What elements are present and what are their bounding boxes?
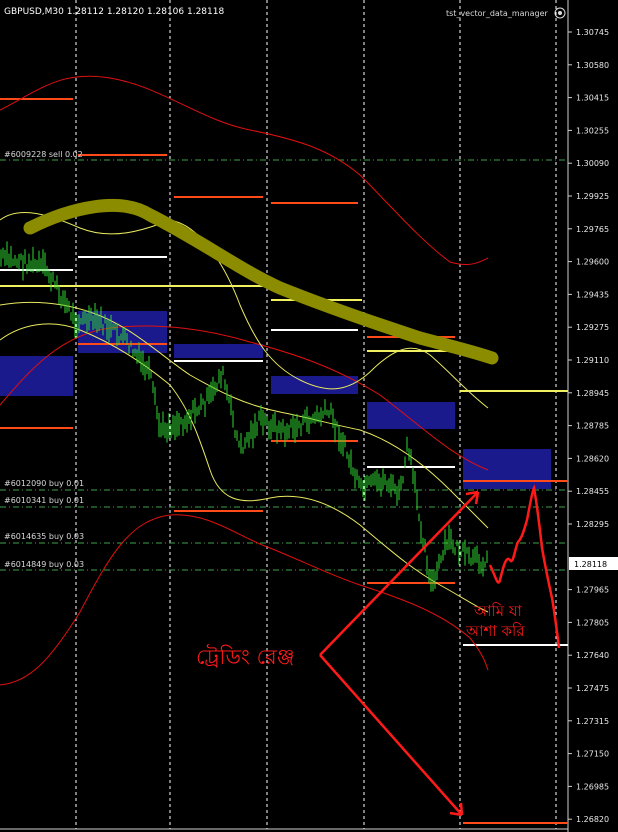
price-tick-label: 1.29765 bbox=[576, 225, 609, 234]
trading-range-note: ট্রেডিং রেঞ্জ bbox=[196, 644, 295, 669]
zone-5 bbox=[367, 402, 455, 429]
price-tick-label: 1.30415 bbox=[576, 94, 609, 103]
price-tick-label: 1.28455 bbox=[576, 487, 609, 496]
supply-demand-zones bbox=[0, 311, 551, 489]
price-tick-label: 1.28785 bbox=[576, 422, 609, 431]
price-tick-label: 1.28945 bbox=[576, 389, 609, 398]
price-tick-label: 1.29275 bbox=[576, 323, 609, 332]
zone-3 bbox=[174, 344, 263, 358]
expectation-note-line2: আশা করি bbox=[465, 622, 525, 640]
price-tick-label: 1.28620 bbox=[576, 454, 609, 463]
price-axis-panel bbox=[568, 0, 618, 832]
price-chart[interactable]: GBPUSD,M30 1.28112 1.28120 1.28106 1.281… bbox=[0, 0, 618, 832]
price-tick-label: 1.30090 bbox=[576, 159, 609, 168]
zone-6 bbox=[463, 449, 551, 489]
expectation-note-line1: আমি যা bbox=[473, 602, 523, 620]
order-label[interactable]: #6009228 sell 0.02 bbox=[4, 150, 83, 159]
indicator-bands bbox=[0, 75, 489, 686]
zone-1 bbox=[0, 356, 73, 396]
price-tick-label: 1.27805 bbox=[576, 618, 609, 627]
price-tick-label: 1.30580 bbox=[576, 61, 609, 70]
price-tick-label: 1.30745 bbox=[576, 28, 609, 37]
price-tick-label: 1.29925 bbox=[576, 192, 609, 201]
price-tick-label: 1.26985 bbox=[576, 782, 609, 791]
price-tick-label: 1.27315 bbox=[576, 717, 609, 726]
price-tick-label: 1.29600 bbox=[576, 258, 609, 267]
order-lines bbox=[0, 159, 568, 571]
price-tick-label: 1.27640 bbox=[576, 651, 609, 660]
vertical-grid bbox=[75, 0, 557, 829]
indicator-name: tst_vector_data_manager bbox=[446, 9, 549, 18]
price-tick-label: 1.26820 bbox=[576, 815, 609, 824]
price-tick-label: 1.30255 bbox=[576, 126, 609, 135]
order-label[interactable]: #6012090 buy 0.01 bbox=[4, 479, 84, 488]
current-price-label: 1.28118 bbox=[574, 560, 607, 569]
price-tick-label: 1.28295 bbox=[576, 520, 609, 529]
order-label[interactable]: #6014635 buy 0.03 bbox=[4, 532, 84, 541]
chart-window[interactable]: GBPUSD,M30 1.28112 1.28120 1.28106 1.281… bbox=[0, 0, 618, 832]
price-tick-label: 1.29110 bbox=[576, 356, 609, 365]
zone-4 bbox=[271, 376, 358, 394]
price-tick-label: 1.29435 bbox=[576, 290, 609, 299]
price-tick-label: 1.27475 bbox=[576, 684, 609, 693]
drawn-annotations bbox=[319, 484, 561, 817]
order-label[interactable]: #6010341 buy 0.01 bbox=[4, 496, 84, 505]
price-tick-label: 1.27965 bbox=[576, 586, 609, 595]
symbol-info: GBPUSD,M30 1.28112 1.28120 1.28106 1.281… bbox=[4, 7, 224, 17]
price-tick-label: 1.27150 bbox=[576, 750, 609, 759]
order-label[interactable]: #6014849 buy 0.03 bbox=[4, 560, 84, 569]
